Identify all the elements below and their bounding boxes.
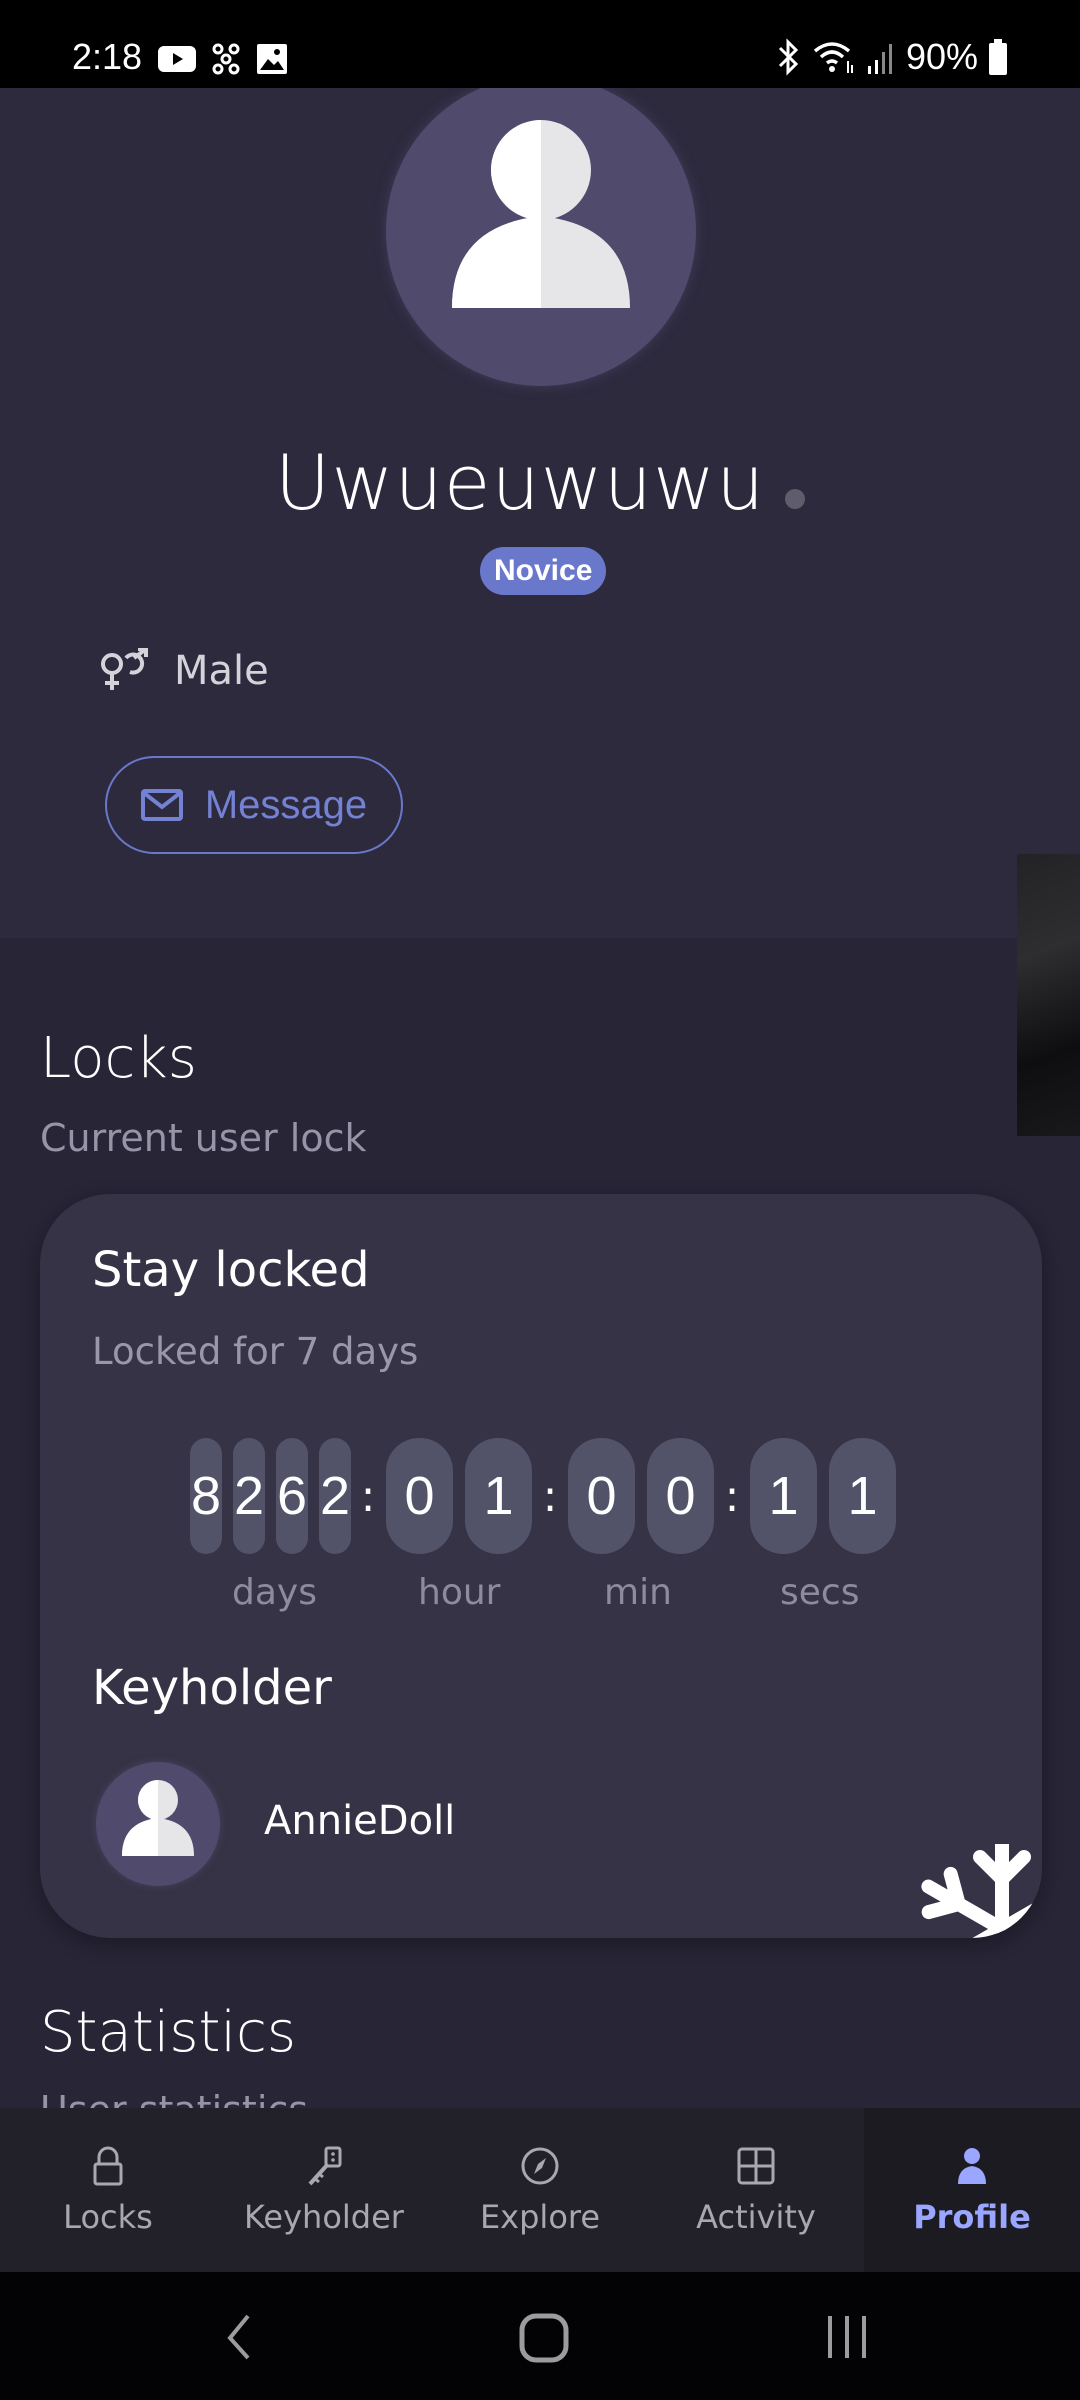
keyholder-avatar[interactable] xyxy=(96,1762,220,1886)
level-badge: Novice xyxy=(480,547,607,595)
grid-icon xyxy=(737,2147,775,2185)
system-navigation-bar xyxy=(0,2272,1080,2400)
timer-digit-days: 6 xyxy=(276,1438,308,1554)
username: Uwueuwuwu xyxy=(274,438,766,527)
nav-item-keyholder[interactable]: Keyholder xyxy=(216,2108,432,2272)
gender-icon xyxy=(101,648,148,690)
locks-section-subtitle: Current user lock xyxy=(40,1116,367,1160)
system-status: 90% xyxy=(776,36,1008,78)
nav-item-activity[interactable]: Activity xyxy=(648,2108,864,2272)
signal-icon xyxy=(867,44,892,74)
timer-digit-minutes: 0 xyxy=(568,1438,635,1554)
message-button-label: Message xyxy=(204,782,368,827)
gallery-icon xyxy=(257,44,287,74)
timer-digit-days: 2 xyxy=(233,1438,265,1554)
status-time: 2:18 xyxy=(72,36,143,77)
status-bar: 2:18 90% xyxy=(0,0,1080,88)
timer-digit-minutes: 0 xyxy=(647,1438,714,1554)
timer-label-hours: hour xyxy=(418,1572,501,1613)
app-icon xyxy=(212,43,240,75)
timer-digit-seconds: 1 xyxy=(829,1438,896,1554)
bluetooth-icon xyxy=(778,38,799,76)
gender-label: Male xyxy=(174,648,269,694)
timer-digit-days: 2 xyxy=(319,1438,351,1554)
nav-label: Locks xyxy=(63,2198,153,2236)
compass-icon xyxy=(521,2147,559,2185)
nav-label: Activity xyxy=(696,2198,816,2236)
gender-row: Male xyxy=(100,648,269,694)
notification-icons xyxy=(158,42,288,76)
mail-icon xyxy=(140,789,183,821)
timer-separator: : xyxy=(360,1470,376,1522)
profile-header: Uwueuwuwu Novice Male Message xyxy=(0,88,1080,938)
timer-label-seconds: secs xyxy=(780,1572,860,1613)
nav-item-profile[interactable]: Profile xyxy=(864,2108,1080,2272)
online-status-dot xyxy=(785,488,806,509)
timer-labels: days hour min secs xyxy=(40,1572,1042,1622)
side-drawer-image[interactable] xyxy=(1017,854,1080,1136)
person-avatar-icon xyxy=(452,120,630,308)
timer-label-minutes: min xyxy=(604,1572,672,1613)
person-avatar-icon xyxy=(122,1780,194,1856)
timer-digit-days: 8 xyxy=(190,1438,222,1554)
timer-digit-hours: 1 xyxy=(465,1438,532,1554)
user-avatar[interactable] xyxy=(386,88,696,386)
battery-percent: 90% xyxy=(905,36,978,77)
timer-separator: : xyxy=(724,1470,740,1522)
username-row: Uwueuwuwu xyxy=(0,438,1080,527)
timer-digit-hours: 0 xyxy=(386,1438,453,1554)
keyholder-title: Keyholder xyxy=(92,1660,332,1716)
timer-separator: : xyxy=(542,1470,558,1522)
statistics-section-title: Statistics xyxy=(40,2000,296,2065)
timer-label-days: days xyxy=(232,1572,317,1613)
nav-label: Keyholder xyxy=(244,2198,404,2236)
youtube-icon xyxy=(158,46,196,72)
snowflake-icon[interactable] xyxy=(892,1844,1042,1938)
bottom-navigation: Locks Keyholder Explore Activity Profile xyxy=(0,2108,1080,2272)
battery-icon xyxy=(989,39,1007,75)
nav-label: Explore xyxy=(479,2198,601,2236)
home-icon[interactable] xyxy=(518,2312,570,2364)
nav-item-explore[interactable]: Explore xyxy=(432,2108,648,2272)
nav-item-locks[interactable]: Locks xyxy=(0,2108,216,2272)
back-icon[interactable] xyxy=(224,2312,254,2362)
lock-card[interactable]: Stay locked Locked for 7 days 8 2 6 2 : … xyxy=(40,1194,1042,1938)
lock-timer: 8 2 6 2 : 0 1 : 0 0 : 1 1 xyxy=(190,1438,908,1554)
wifi-icon xyxy=(813,42,853,73)
timer-digit-seconds: 1 xyxy=(750,1438,817,1554)
lock-duration: Locked for 7 days xyxy=(92,1330,419,1373)
lock-icon xyxy=(93,2146,123,2186)
profile-screen: Uwueuwuwu Novice Male Message Locks Curr xyxy=(0,88,1080,2108)
recent-apps-icon[interactable] xyxy=(822,2312,872,2362)
locks-section-title: Locks xyxy=(40,1026,197,1091)
message-button[interactable]: Message xyxy=(105,756,403,854)
key-icon xyxy=(308,2146,342,2186)
statistics-section-subtitle: User statistics xyxy=(40,2088,308,2108)
person-icon xyxy=(958,2148,986,2184)
nav-label: Profile xyxy=(913,2198,1031,2236)
lock-title: Stay locked xyxy=(92,1242,370,1298)
keyholder-name[interactable]: AnnieDoll xyxy=(264,1798,455,1844)
